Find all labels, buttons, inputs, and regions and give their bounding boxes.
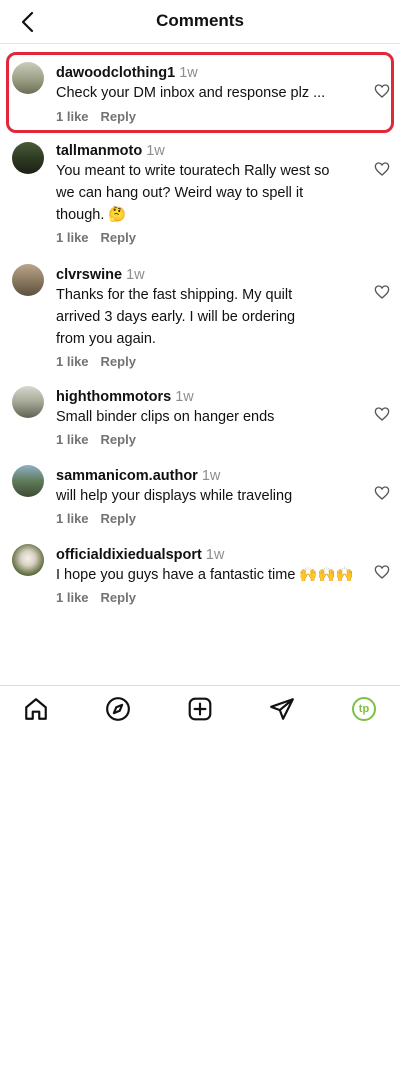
- nav-profile[interactable]: tp: [351, 696, 377, 722]
- profile-initials: tp: [358, 702, 370, 715]
- comment-username[interactable]: dawoodclothing1: [56, 65, 175, 81]
- header-bar: Comments: [0, 0, 400, 44]
- reply-button[interactable]: Reply: [101, 590, 136, 605]
- comment-time: 1w: [146, 143, 165, 159]
- comment-likes[interactable]: 1 like: [56, 432, 89, 447]
- reply-button[interactable]: Reply: [101, 511, 136, 526]
- comment-likes[interactable]: 1 like: [56, 109, 89, 124]
- home-icon: [25, 698, 47, 720]
- comment-username[interactable]: highthommotors: [56, 389, 171, 405]
- direct-send-icon: [270, 698, 294, 720]
- comment-username[interactable]: clvrswine: [56, 267, 122, 283]
- comment-time: 1w: [175, 389, 194, 405]
- heart-icon[interactable]: [374, 83, 390, 99]
- comment-time: 1w: [126, 267, 145, 283]
- profile-avatar-icon: tp: [352, 697, 376, 721]
- heart-icon[interactable]: [374, 284, 390, 300]
- page-title: Comments: [156, 11, 244, 30]
- comment-likes[interactable]: 1 like: [56, 354, 89, 369]
- heart-icon[interactable]: [374, 564, 390, 580]
- explore-compass-icon: [106, 697, 130, 721]
- comment-text: Small binder clips on hanger ends: [56, 409, 275, 425]
- nav-explore[interactable]: [105, 696, 131, 722]
- avatar[interactable]: [12, 544, 44, 576]
- comment-username[interactable]: sammanicom.author: [56, 468, 198, 484]
- comment-likes[interactable]: 1 like: [56, 590, 89, 605]
- create-plus-icon: [188, 697, 212, 721]
- reply-button[interactable]: Reply: [101, 109, 136, 124]
- comment-username[interactable]: tallmanmoto: [56, 143, 142, 159]
- avatar[interactable]: [12, 62, 44, 94]
- nav-create[interactable]: [187, 696, 213, 722]
- comment-likes[interactable]: 1 like: [56, 230, 89, 245]
- avatar[interactable]: [12, 465, 44, 497]
- nav-direct[interactable]: [269, 696, 295, 722]
- comment-text: will help your displays while traveling: [56, 488, 293, 504]
- heart-icon[interactable]: [374, 406, 390, 422]
- comment-text: Check your DM inbox and response plz ...: [56, 85, 326, 101]
- comment-text: I hope you guys have a fantastic time 🙌🙌…: [56, 567, 354, 583]
- heart-icon[interactable]: [374, 485, 390, 501]
- comment-time: 1w: [179, 65, 198, 81]
- nav-home[interactable]: [23, 696, 49, 722]
- comment-text: You meant to write touratech Rally west …: [56, 163, 330, 223]
- comment-likes[interactable]: 1 like: [56, 511, 89, 526]
- comment-time: 1w: [201, 468, 221, 484]
- avatar[interactable]: [12, 386, 44, 418]
- comment-text: Thanks for the fast shipping. My quilt a…: [56, 287, 296, 347]
- avatar[interactable]: [12, 264, 44, 296]
- comment-username[interactable]: officialdixiedualsport: [56, 547, 202, 563]
- bottom-nav: tp: [0, 685, 400, 731]
- avatar[interactable]: [12, 142, 44, 174]
- reply-button[interactable]: Reply: [101, 354, 136, 369]
- comment-time: 1w: [205, 547, 225, 563]
- heart-icon[interactable]: [374, 161, 390, 177]
- reply-button[interactable]: Reply: [101, 230, 136, 245]
- reply-button[interactable]: Reply: [101, 432, 136, 447]
